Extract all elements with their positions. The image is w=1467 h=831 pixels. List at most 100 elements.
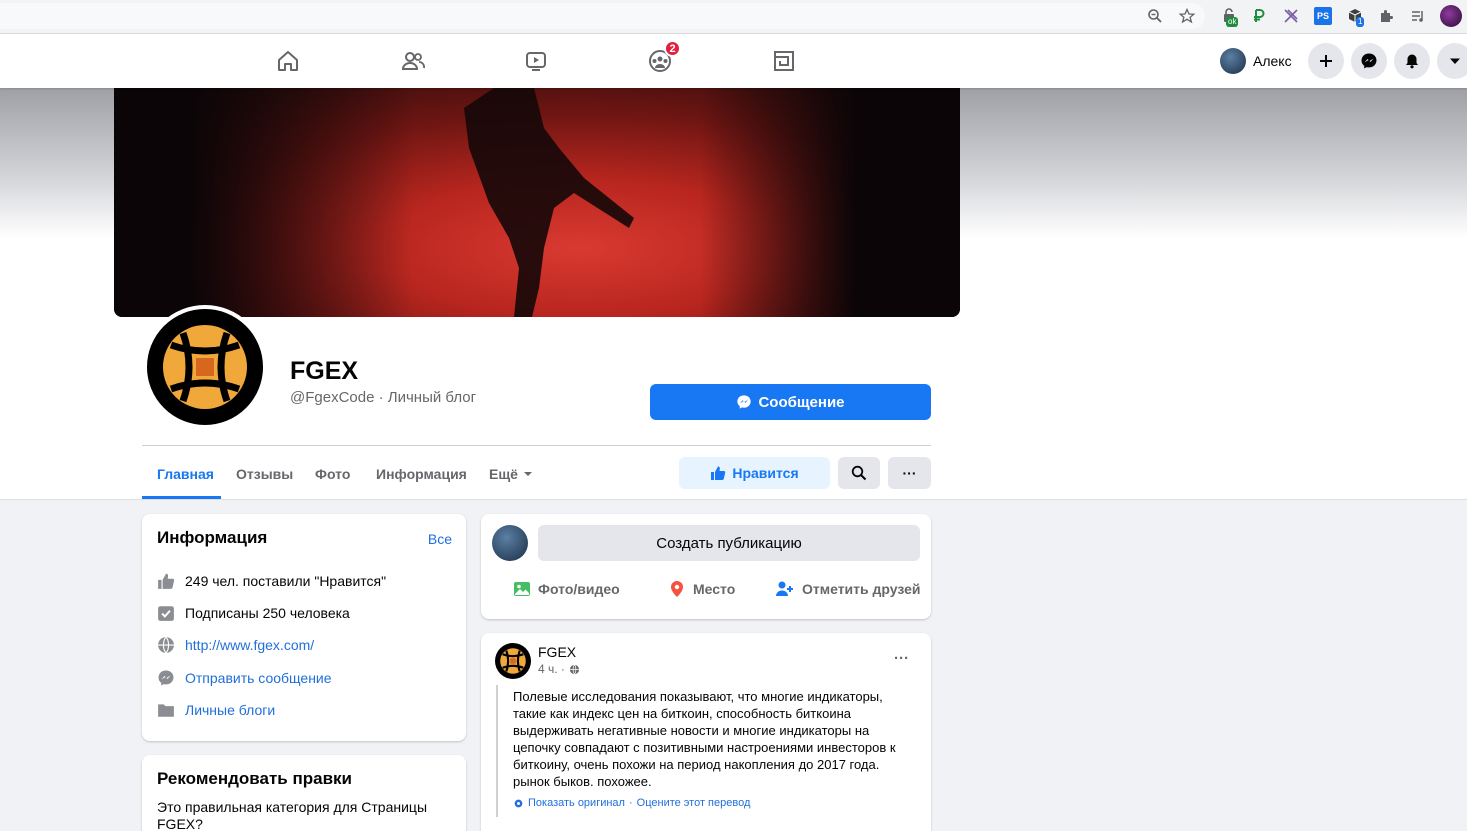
post-time[interactable]: 4 ч. · [538, 662, 565, 676]
page-more-button[interactable]: ··· [888, 457, 931, 489]
watch-icon[interactable] [521, 46, 551, 76]
cover-figure [464, 88, 634, 317]
info-see-all-link[interactable]: Все [428, 531, 452, 547]
post-text: Полевые исследования показывают, что мно… [513, 689, 896, 789]
messenger-button[interactable] [1351, 43, 1387, 79]
info-row-followers: Подписаны 250 человека [157, 604, 350, 622]
search-icon [851, 465, 867, 481]
gaming-icon[interactable] [769, 46, 799, 76]
ps-extension-icon[interactable]: PS [1314, 7, 1332, 25]
info-card: Информация Все 249 чел. поставили "Нрави… [142, 514, 466, 741]
caret-down-icon [523, 472, 532, 476]
x-extension-icon[interactable] [1282, 7, 1300, 25]
like-page-button[interactable]: Нравится [679, 457, 830, 489]
box-extension-icon[interactable]: 1 [1346, 7, 1365, 27]
info-category-link[interactable]: Личные блоги [185, 702, 275, 718]
like-page-label: Нравится [732, 465, 799, 481]
tag-friends-action[interactable]: Отметить друзей [775, 580, 921, 598]
tag-friends-icon [776, 581, 793, 596]
rate-translation-link[interactable]: Оцените этот перевод [637, 797, 751, 809]
translation-row: Показать оригинал · Оцените этот перевод [513, 797, 750, 809]
address-bar[interactable] [0, 3, 1205, 29]
post-author-avatar[interactable] [495, 643, 531, 679]
post-quote-bar [496, 685, 498, 817]
post-meta: 4 ч. · [538, 662, 580, 676]
info-row-likes: 249 чел. поставили "Нравится" [157, 572, 386, 590]
ok-extension-icon[interactable]: ok [1220, 7, 1239, 27]
location-pin-icon [671, 581, 683, 597]
location-action[interactable]: Место [668, 580, 735, 598]
composer-avatar[interactable] [492, 525, 528, 561]
photo-video-label: Фото/видео [538, 581, 620, 597]
create-post-input[interactable]: Создать публикацию [538, 525, 920, 561]
composer-card: Создать публикацию Фото/видео Место Отме… [481, 514, 931, 619]
facebook-top-nav: 2 Алекс [0, 34, 1467, 88]
tab-more[interactable]: Ещё [489, 466, 533, 482]
notifications-button[interactable] [1394, 43, 1430, 79]
info-send-message-link[interactable]: Отправить сообщение [185, 670, 332, 686]
info-row-website: http://www.fgex.com/ [157, 636, 314, 654]
reading-list-icon[interactable] [1409, 7, 1427, 25]
messenger-icon [1361, 53, 1377, 69]
tab-reviews[interactable]: Отзывы [236, 466, 293, 482]
puzzle-icon[interactable] [1377, 7, 1395, 25]
post-card: FGEX 4 ч. · ··· Полевые исследования пок… [481, 633, 931, 831]
suggest-edits-text: Это правильная категория для Страницы FG… [157, 799, 428, 831]
page-title: FGEX [290, 357, 359, 385]
user-avatar [1220, 48, 1246, 74]
ext-ok-badge: ok [1226, 17, 1239, 27]
messenger-icon [737, 395, 752, 409]
bell-icon [1406, 54, 1418, 69]
post-author-name[interactable]: FGEX [538, 644, 576, 660]
send-message-label: Сообщение [758, 393, 845, 411]
show-original-link[interactable]: Показать оригинал [528, 797, 625, 809]
thumbs-up-icon [157, 572, 175, 590]
account-menu-button[interactable] [1437, 43, 1467, 79]
cover-photo[interactable] [114, 88, 960, 317]
folder-icon [157, 701, 175, 719]
active-tab-indicator [142, 496, 221, 499]
gear-icon [514, 799, 523, 807]
ruble-extension-icon[interactable] [1250, 7, 1268, 25]
bookmark-star-icon[interactable] [1178, 7, 1196, 25]
header-divider [142, 445, 931, 446]
friends-icon[interactable] [398, 46, 428, 76]
photo-video-action[interactable]: Фото/видео [513, 580, 620, 598]
page-profile-picture[interactable] [143, 305, 267, 429]
suggest-edits-title: Рекомендовать правки [157, 769, 352, 788]
zoom-icon[interactable] [1146, 7, 1164, 25]
location-label: Место [693, 581, 736, 597]
tab-more-label: Ещё [489, 466, 518, 482]
tag-friends-label: Отметить друзей [802, 581, 921, 597]
post-options-button[interactable]: ··· [894, 650, 909, 667]
tab-photos[interactable]: Фото [315, 466, 350, 482]
user-profile-chip[interactable]: Алекс [1220, 47, 1292, 75]
info-website-link[interactable]: http://www.fgex.com/ [185, 637, 314, 653]
messenger-icon [157, 669, 175, 687]
send-message-button[interactable]: Сообщение [650, 384, 931, 420]
groups-notification-badge: 2 [664, 40, 681, 57]
checkbox-icon [157, 604, 175, 622]
home-icon[interactable] [273, 46, 303, 76]
info-row-message: Отправить сообщение [157, 669, 332, 687]
plus-icon [1320, 55, 1332, 67]
create-button[interactable] [1308, 43, 1344, 79]
groups-icon[interactable]: 2 [645, 40, 681, 76]
photo-icon [514, 582, 530, 596]
tab-about[interactable]: Информация [376, 466, 467, 482]
suggest-edits-card: Рекомендовать правки Это правильная кате… [142, 755, 466, 831]
globe-icon [157, 636, 175, 654]
thumbs-up-icon [711, 466, 726, 481]
fgex-logo-icon [500, 648, 526, 674]
page-handle: @FgexCode · Личный блог [290, 389, 477, 406]
user-name: Алекс [1253, 53, 1292, 69]
ext-box-badge: 1 [1356, 17, 1365, 27]
info-followers-text: Подписаны 250 человека [185, 605, 350, 621]
info-row-category: Личные блоги [157, 701, 275, 719]
info-likes-text: 249 чел. поставили "Нравится" [185, 573, 387, 589]
tab-home[interactable]: Главная [157, 466, 214, 482]
globe-icon [569, 664, 580, 675]
search-page-button[interactable] [838, 457, 880, 489]
fgex-logo-icon [163, 325, 247, 409]
profile-icon[interactable] [1440, 5, 1462, 27]
